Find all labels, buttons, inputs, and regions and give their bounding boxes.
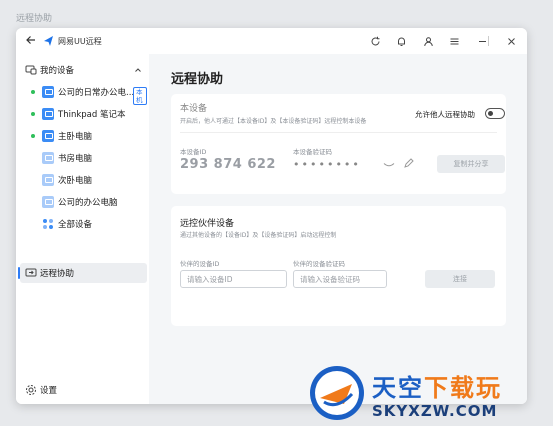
title-bar: 网易UU远程 bbox=[16, 28, 527, 54]
sidebar-item-device-1[interactable]: Thinkpad 笔记本 bbox=[20, 104, 147, 124]
chevron-up-icon bbox=[135, 68, 141, 72]
watermark-logo-icon bbox=[310, 366, 364, 420]
sidebar-item-label: 公司的办公电脑 bbox=[58, 198, 118, 208]
refresh-button[interactable] bbox=[368, 34, 382, 48]
app-window: 网易UU远程 我的设备 公司的日常办公电... 本机 Thinkpad 笔记本 … bbox=[16, 28, 527, 404]
app-logo-icon bbox=[44, 36, 53, 46]
gear-icon bbox=[26, 385, 36, 395]
close-icon bbox=[507, 37, 515, 45]
back-button[interactable] bbox=[24, 34, 38, 48]
watermark-title-a: 天空 bbox=[372, 374, 424, 402]
sidebar-item-device-0[interactable]: 公司的日常办公电... 本机 bbox=[20, 82, 147, 105]
online-indicator bbox=[31, 90, 35, 94]
this-device-card: 本设备 开启后，他人可通过【本设备ID】及【本设备验证码】远程控制本设备 允许他… bbox=[171, 94, 506, 194]
close-button[interactable] bbox=[504, 34, 518, 48]
devices-icon bbox=[25, 65, 37, 75]
sidebar-item-device-3[interactable]: 书房电脑 bbox=[20, 148, 147, 168]
copy-share-button[interactable]: 复制并分享 bbox=[437, 155, 505, 173]
computer-icon bbox=[42, 152, 54, 164]
card-title: 本设备 bbox=[180, 104, 208, 114]
device-id-value: 293 874 622 bbox=[180, 157, 276, 172]
page-title: 远程协助 bbox=[171, 72, 224, 87]
sidebar-section-label: 我的设备 bbox=[40, 66, 75, 76]
app-name: 网易UU远程 bbox=[58, 37, 102, 46]
sidebar: 我的设备 公司的日常办公电... 本机 Thinkpad 笔记本 主卧电脑 书房… bbox=[16, 54, 149, 404]
computer-icon bbox=[42, 174, 54, 186]
sidebar-item-settings[interactable]: 设置 bbox=[20, 380, 147, 400]
sidebar-item-device-2[interactable]: 主卧电脑 bbox=[20, 126, 147, 146]
card-subtitle: 通过其他设备的【设备ID】及【设备验证码】启动远程控制 bbox=[180, 232, 337, 239]
sidebar-item-device-5[interactable]: 公司的办公电脑 bbox=[20, 192, 147, 212]
card-title: 远控伙伴设备 bbox=[180, 219, 235, 229]
notification-button[interactable] bbox=[394, 34, 408, 48]
sidebar-item-label: 远程协助 bbox=[40, 269, 75, 279]
computer-icon bbox=[42, 108, 54, 120]
menu-button[interactable] bbox=[447, 34, 461, 48]
divider bbox=[180, 132, 497, 133]
sidebar-item-label: 全部设备 bbox=[58, 220, 93, 230]
device-id-label: 本设备ID bbox=[180, 148, 207, 156]
minimize-icon bbox=[478, 40, 486, 42]
sidebar-section-my-devices[interactable]: 我的设备 bbox=[20, 60, 147, 80]
site-watermark: 天空下载玩 SKYXZW.COM bbox=[300, 362, 553, 426]
refresh-icon bbox=[371, 36, 379, 45]
watermark-title: 天空下载玩 bbox=[372, 368, 502, 403]
allow-remote-label: 允许他人远程协助 bbox=[415, 110, 475, 119]
connect-button[interactable]: 连接 bbox=[425, 270, 495, 288]
sidebar-item-label: 次卧电脑 bbox=[58, 176, 93, 186]
partner-device-card: 远控伙伴设备 通过其他设备的【设备ID】及【设备验证码】启动远程控制 伙伴的设备… bbox=[171, 206, 506, 326]
minimize-button[interactable] bbox=[475, 34, 489, 48]
sidebar-item-label: 公司的日常办公电... bbox=[58, 88, 135, 98]
this-device-badge: 本机 bbox=[133, 87, 147, 105]
computer-icon bbox=[42, 86, 54, 98]
remote-assist-icon bbox=[25, 268, 37, 277]
arrow-left-icon bbox=[26, 36, 35, 44]
watermark-url: SKYXZW.COM bbox=[372, 402, 498, 420]
user-icon bbox=[423, 36, 433, 46]
watermark-title-b: 下载玩 bbox=[424, 374, 502, 402]
allow-remote-toggle[interactable] bbox=[485, 108, 505, 119]
online-indicator bbox=[31, 134, 35, 138]
partner-id-input[interactable] bbox=[180, 270, 287, 288]
grid-icon bbox=[43, 219, 53, 229]
eye-closed-icon[interactable] bbox=[383, 160, 395, 170]
sidebar-item-label: 设置 bbox=[40, 386, 58, 396]
card-subtitle: 开启后，他人可通过【本设备ID】及【本设备验证码】远程控制本设备 bbox=[180, 118, 367, 125]
partner-id-label: 伙伴的设备ID bbox=[180, 260, 220, 268]
computer-icon bbox=[42, 196, 54, 208]
device-code-label: 本设备验证码 bbox=[293, 148, 332, 156]
sidebar-item-all-devices[interactable]: 全部设备 bbox=[20, 214, 147, 234]
outer-window-title: 远程协助 bbox=[16, 14, 53, 24]
account-button[interactable] bbox=[421, 34, 435, 48]
sidebar-item-label: 书房电脑 bbox=[58, 154, 93, 164]
computer-icon bbox=[42, 130, 54, 142]
partner-code-label: 伙伴的设备验证码 bbox=[293, 260, 345, 268]
online-indicator bbox=[31, 112, 35, 116]
partner-code-input[interactable] bbox=[293, 270, 387, 288]
menu-icon bbox=[450, 38, 458, 44]
sidebar-item-label: Thinkpad 笔记本 bbox=[58, 110, 126, 120]
edit-icon[interactable] bbox=[403, 158, 414, 169]
device-code-value: •••••••• bbox=[293, 158, 361, 171]
sidebar-item-device-4[interactable]: 次卧电脑 bbox=[20, 170, 147, 190]
main-content: 远程协助 本设备 开启后，他人可通过【本设备ID】及【本设备验证码】远程控制本设… bbox=[149, 54, 527, 404]
sidebar-item-label: 主卧电脑 bbox=[58, 132, 93, 142]
bell-icon bbox=[397, 37, 405, 46]
sidebar-item-remote-assist[interactable]: 远程协助 bbox=[20, 263, 147, 283]
